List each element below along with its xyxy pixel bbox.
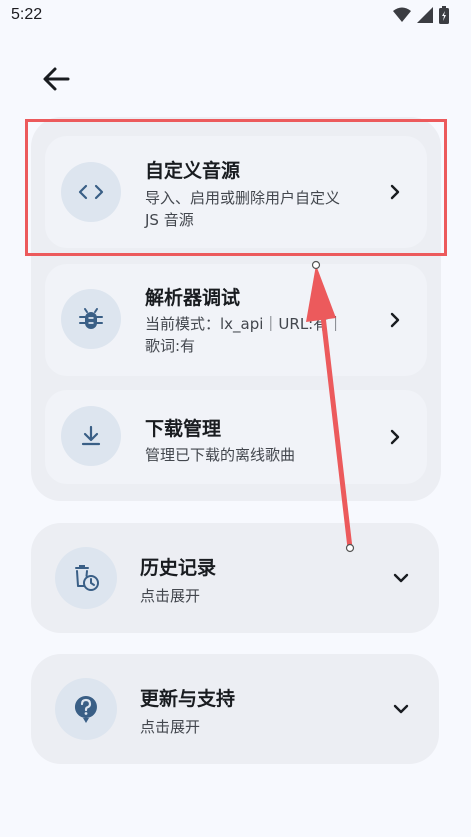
status-time: 5:22 (11, 6, 43, 23)
chevron-down-icon[interactable] (391, 568, 411, 588)
history-title: 历史记录 (140, 557, 217, 579)
custom-source-description: 导入、启用或删除用户自定义 JS 音源 (145, 187, 381, 231)
custom-source-title: 自定义音源 (145, 160, 241, 182)
back-button[interactable] (36, 60, 76, 100)
help-icon-container (55, 678, 117, 740)
chevron-down-icon[interactable] (391, 699, 411, 719)
parser-debug-item[interactable]: 解析器调试 当前模式：lx_api｜URL:有｜ 歌词:有 (45, 264, 427, 376)
download-icon-container (61, 406, 121, 466)
download-manager-description: 管理已下载的离线歌曲 (145, 446, 296, 464)
code-icon-container (61, 162, 121, 222)
parser-debug-desc-line2: 歌词:有 (145, 337, 196, 355)
update-support-description: 点击展开 (140, 718, 201, 736)
custom-source-desc-line1: 导入、启用或删除用户自定义 (145, 189, 341, 207)
update-support-title: 更新与支持 (140, 688, 236, 710)
status-bar: 5:22 (0, 0, 471, 34)
download-manager-item[interactable]: 下载管理 管理已下载的离线歌曲 (45, 390, 427, 484)
parser-debug-desc-line1: 当前模式：lx_api｜URL:有｜ (145, 315, 344, 333)
custom-source-desc-line2: JS 音源 (145, 211, 194, 229)
history-card[interactable]: 历史记录 点击展开 (31, 523, 439, 633)
chevron-right-icon (390, 184, 400, 200)
chevron-right-icon (390, 429, 400, 445)
update-support-card[interactable]: 更新与支持 点击展开 (31, 654, 439, 764)
code-icon (78, 184, 104, 200)
download-icon (81, 425, 101, 446)
parser-debug-description: 当前模式：lx_api｜URL:有｜ 歌词:有 (145, 313, 381, 357)
history-delete-icon (75, 565, 99, 591)
wifi-icon (393, 7, 411, 22)
bug-icon (79, 308, 103, 329)
status-icons (393, 6, 449, 24)
history-icon-container (55, 547, 117, 609)
history-description: 点击展开 (140, 587, 201, 605)
cellular-icon (417, 7, 433, 23)
arrow-back-icon (43, 67, 70, 91)
bug-icon-container (61, 289, 121, 349)
battery-icon (439, 6, 449, 24)
custom-source-item[interactable]: 自定义音源 导入、启用或删除用户自定义 JS 音源 (45, 136, 427, 248)
help-icon (74, 696, 97, 723)
parser-debug-title: 解析器调试 (145, 287, 241, 309)
chevron-right-icon (390, 312, 400, 328)
download-manager-title: 下载管理 (145, 418, 222, 440)
